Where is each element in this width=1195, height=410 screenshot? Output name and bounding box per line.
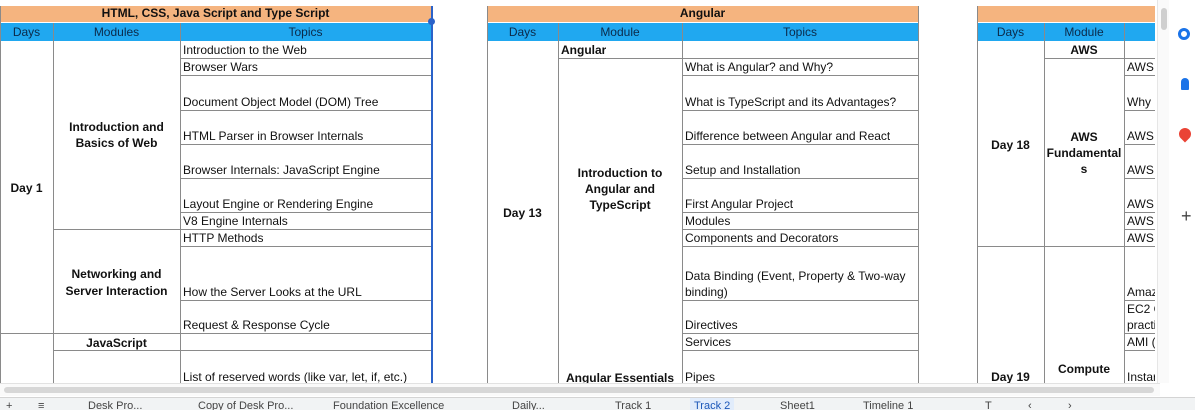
sheet-tab[interactable]: Track 1 (615, 398, 651, 410)
topic-cell[interactable]: What is TypeScript and its Advantages? (685, 95, 896, 109)
sheet-tab[interactable]: Timeline 1 (863, 398, 913, 410)
topic-cell[interactable]: Why (1127, 95, 1155, 109)
topic-cell[interactable]: Browser Internals: JavaScript Engine (183, 163, 380, 177)
day-1: Day 1 (10, 181, 43, 195)
topic-cell[interactable]: Pipes (685, 370, 715, 384)
add-sheet-icon[interactable]: + (6, 398, 12, 410)
topic-cell[interactable]: AMI ( (1127, 335, 1155, 349)
sheet-tab[interactable]: T (985, 398, 992, 410)
topic-cell[interactable]: AWS (1127, 214, 1155, 228)
module-intro-line3: TypeScript (589, 198, 651, 212)
col-days[interactable]: Days (977, 23, 1044, 41)
sheet-tab[interactable]: Sheet1 (780, 398, 815, 410)
col-topics[interactable] (1124, 23, 1155, 41)
add-icon[interactable]: + (1181, 207, 1192, 225)
topic-cell[interactable]: practi (1127, 318, 1155, 332)
sheet-tab[interactable]: Daily... (512, 398, 545, 410)
table3-title-bar[interactable] (977, 6, 1155, 22)
module-javascript: JavaScript (86, 336, 147, 350)
col-module[interactable]: Module (1044, 23, 1124, 41)
topic-cell[interactable]: Request & Response Cycle (183, 318, 330, 332)
horizontal-scrollbar[interactable] (0, 383, 1160, 396)
topic-cell[interactable]: EC2 C (1127, 302, 1155, 316)
topic-cell[interactable]: AWS (1127, 163, 1155, 177)
table2-title[interactable]: Angular (487, 6, 918, 22)
day-19: Day 19 (991, 370, 1030, 384)
scroll-tabs-right-icon[interactable]: › (1068, 398, 1072, 410)
topic-cell[interactable]: Instar (1127, 370, 1155, 384)
maps-icon[interactable] (1176, 125, 1194, 143)
col-days[interactable]: Days (0, 23, 53, 41)
col-topics[interactable]: Topics (682, 23, 918, 41)
side-panel: + (1176, 0, 1195, 397)
topic-cell[interactable]: Document Object Model (DOM) Tree (183, 95, 378, 109)
topic-cell[interactable]: Browser Wars (183, 60, 258, 74)
module-aws-line1: AWS (1070, 130, 1098, 144)
topic-cell[interactable]: AWS (1127, 197, 1155, 211)
topic-cell[interactable]: AWS (1127, 231, 1155, 245)
module-network-line2: Server Interaction (65, 284, 168, 298)
sheet-tabs-bar: + ≡ Desk Pro... Copy of Desk Pro... Foun… (0, 397, 1195, 410)
section-aws: AWS (1070, 43, 1098, 57)
day-18: Day 18 (991, 138, 1030, 152)
topic-cell[interactable]: Amaz (1127, 285, 1155, 299)
module-intro-line1: Introduction and (69, 120, 164, 134)
sheet-tab[interactable]: Desk Pro... (88, 398, 142, 410)
col-module[interactable]: Module (558, 23, 682, 41)
topic-cell[interactable]: Components and Decorators (685, 231, 838, 245)
day-13: Day 13 (503, 206, 542, 220)
module-network-line1: Networking and (71, 267, 162, 281)
topic-cell[interactable]: Layout Engine or Rendering Engine (183, 197, 373, 211)
topic-cell[interactable]: Services (685, 335, 731, 349)
topic-cell[interactable]: List of reserved words (like var, let, i… (183, 370, 407, 384)
vertical-scroll-thumb[interactable] (1161, 8, 1167, 30)
topic-cell[interactable]: AWS (1127, 129, 1155, 143)
horizontal-scroll-thumb[interactable] (4, 387, 1154, 393)
calendar-icon[interactable] (1178, 28, 1190, 40)
col-modules[interactable]: Modules (53, 23, 180, 41)
topic-cell[interactable]: HTML Parser in Browser Internals (183, 129, 363, 143)
topic-cell[interactable]: V8 Engine Internals (183, 214, 288, 228)
vertical-scrollbar[interactable] (1157, 0, 1169, 383)
table1-title[interactable]: HTML, CSS, Java Script and Type Script (0, 6, 431, 22)
sheet-tab[interactable]: Foundation Excellence (333, 398, 444, 410)
module-aws-line2: Fundamental (1046, 146, 1122, 160)
topic-cell[interactable]: binding) (685, 285, 728, 299)
module-compute: Compute (1058, 362, 1110, 376)
topic-cell[interactable]: Data Binding (Event, Property & Two-way (685, 269, 906, 283)
col-topics[interactable]: Topics (180, 23, 431, 41)
col-days[interactable]: Days (487, 23, 558, 41)
topic-cell[interactable]: AWS (1127, 60, 1155, 74)
scroll-tabs-left-icon[interactable]: ‹ (1028, 398, 1032, 410)
topic-cell[interactable]: HTTP Methods (183, 231, 263, 245)
topic-cell[interactable]: What is Angular? and Why? (685, 60, 833, 74)
contacts-icon[interactable] (1181, 78, 1189, 90)
topic-cell[interactable]: Directives (685, 318, 738, 332)
module-intro-line2: Basics of Web (75, 136, 158, 150)
all-sheets-icon[interactable]: ≡ (38, 398, 44, 410)
topic-cell[interactable]: First Angular Project (685, 197, 793, 211)
selection-handle[interactable] (428, 18, 435, 25)
topic-cell[interactable]: How the Server Looks at the URL (183, 285, 362, 299)
topic-cell[interactable]: Difference between Angular and React (685, 129, 890, 143)
section-angular: Angular (561, 43, 607, 57)
module-intro-line1: Introduction to (577, 166, 663, 180)
module-intro-line2: Angular and (584, 182, 655, 196)
sheet-tab[interactable]: Copy of Desk Pro... (198, 398, 293, 410)
module-aws-line3: s (1080, 162, 1088, 176)
topic-cell[interactable]: Modules (685, 214, 730, 228)
topic-cell[interactable]: Introduction to the Web (183, 43, 307, 57)
sheet-tab-active[interactable]: Track 2 (690, 398, 735, 410)
topic-cell[interactable]: Setup and Installation (685, 163, 800, 177)
